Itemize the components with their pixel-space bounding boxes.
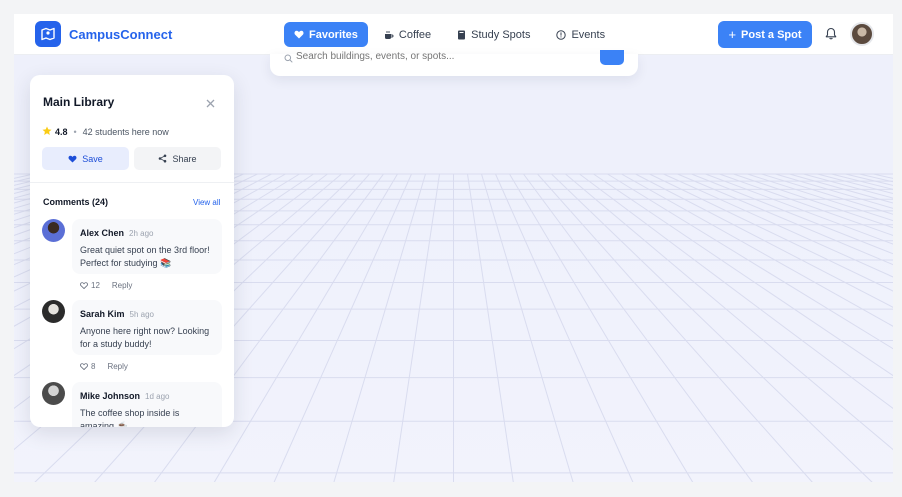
comment-author: Sarah Kim 5h ago: [80, 309, 154, 319]
comment-actions: 8 Reply: [80, 362, 128, 371]
comment-time: 2h ago: [129, 229, 154, 238]
comment-item: Alex Chen 2h ago Great quiet spot on the …: [42, 219, 224, 290]
post-spot-button[interactable]: + Post a Spot: [718, 21, 812, 48]
avatar: [42, 219, 65, 242]
book-icon: [457, 30, 466, 40]
location-panel: Main Library 4.8 • 42 students here now …: [30, 75, 234, 427]
comment-actions: 12 Reply: [80, 281, 132, 290]
comments-heading: Comments (24): [43, 197, 109, 207]
comment-item: Mike Johnson 1d ago The coffee shop insid…: [42, 382, 224, 427]
bell-icon[interactable]: [825, 27, 837, 45]
comment-text: The coffee shop inside is amazing ☕: [80, 408, 180, 427]
save-label: Save: [82, 153, 103, 164]
heart-outline-icon: [80, 363, 88, 370]
star-icon: [42, 126, 52, 138]
avatar: [42, 300, 65, 323]
tab-favorites-label: Favorites: [309, 28, 358, 41]
coffee-icon: [384, 30, 394, 40]
comment-bubble: Mike Johnson 1d ago The coffee shop insid…: [72, 382, 222, 427]
close-icon[interactable]: [206, 95, 215, 113]
students-count: 42 students here now: [82, 127, 169, 137]
save-button[interactable]: Save: [42, 147, 129, 170]
like-count: 12: [91, 281, 100, 290]
rating-value: 4.8: [55, 127, 68, 137]
tab-coffee-label: Coffee: [398, 28, 432, 41]
search-button[interactable]: [600, 50, 624, 65]
comment-bubble: Alex Chen 2h ago Great quiet spot on the …: [72, 219, 222, 274]
comment-bubble: Sarah Kim 5h ago Anyone here right now? L…: [72, 300, 222, 355]
tab-coffee[interactable]: Coffee: [374, 22, 441, 47]
user-avatar[interactable]: [850, 22, 874, 46]
plus-icon: +: [728, 27, 737, 42]
bottom-edge: [0, 482, 902, 497]
map-logo-icon: [35, 21, 61, 47]
comment-time: 1d ago: [145, 392, 170, 401]
share-label: Share: [172, 153, 197, 164]
tab-events[interactable]: Events: [546, 22, 615, 47]
separator-dot: •: [73, 127, 77, 137]
app-name: CampusConnect: [69, 26, 173, 42]
nav-tabs: Favorites Coffee Study Spots Events: [284, 22, 621, 47]
map-view[interactable]: CampusConnect Favorites Coffee Study Spo…: [14, 14, 893, 497]
divider: [30, 182, 234, 183]
reply-button[interactable]: Reply: [107, 362, 127, 371]
comment-text: Great quiet spot on the 3rd floor! Perfe…: [80, 245, 210, 268]
info-icon: [556, 29, 567, 40]
search-icon: [284, 50, 293, 68]
avatar: [42, 382, 65, 405]
tab-favorites[interactable]: Favorites: [284, 22, 368, 47]
comment-item: Sarah Kim 5h ago Anyone here right now? L…: [42, 300, 224, 371]
heart-outline-icon: [80, 282, 88, 289]
post-spot-label: Post a Spot: [741, 28, 802, 41]
comment-time: 5h ago: [129, 310, 154, 319]
tab-study-spots-label: Study Spots: [471, 28, 531, 41]
search-input[interactable]: [296, 48, 596, 64]
view-all-link[interactable]: View all: [193, 198, 220, 207]
like-button[interactable]: 12: [80, 281, 100, 290]
reply-button[interactable]: Reply: [112, 281, 132, 290]
comment-text: Anyone here right now? Looking for a stu…: [80, 326, 210, 349]
rating-row: 4.8 • 42 students here now: [42, 126, 169, 138]
tab-events-label: Events: [571, 28, 606, 41]
heart-icon: [294, 30, 304, 39]
heart-icon: [68, 155, 77, 163]
comment-author: Mike Johnson 1d ago: [80, 391, 170, 401]
share-icon: [158, 154, 167, 163]
comment-author: Alex Chen 2h ago: [80, 228, 154, 238]
search-bar: [270, 48, 638, 76]
tab-study-spots[interactable]: Study Spots: [447, 22, 540, 47]
like-button[interactable]: 8: [80, 362, 95, 371]
like-count: 8: [91, 362, 96, 371]
panel-title: Main Library: [43, 95, 115, 109]
brand[interactable]: CampusConnect: [35, 21, 172, 47]
share-button[interactable]: Share: [134, 147, 221, 170]
